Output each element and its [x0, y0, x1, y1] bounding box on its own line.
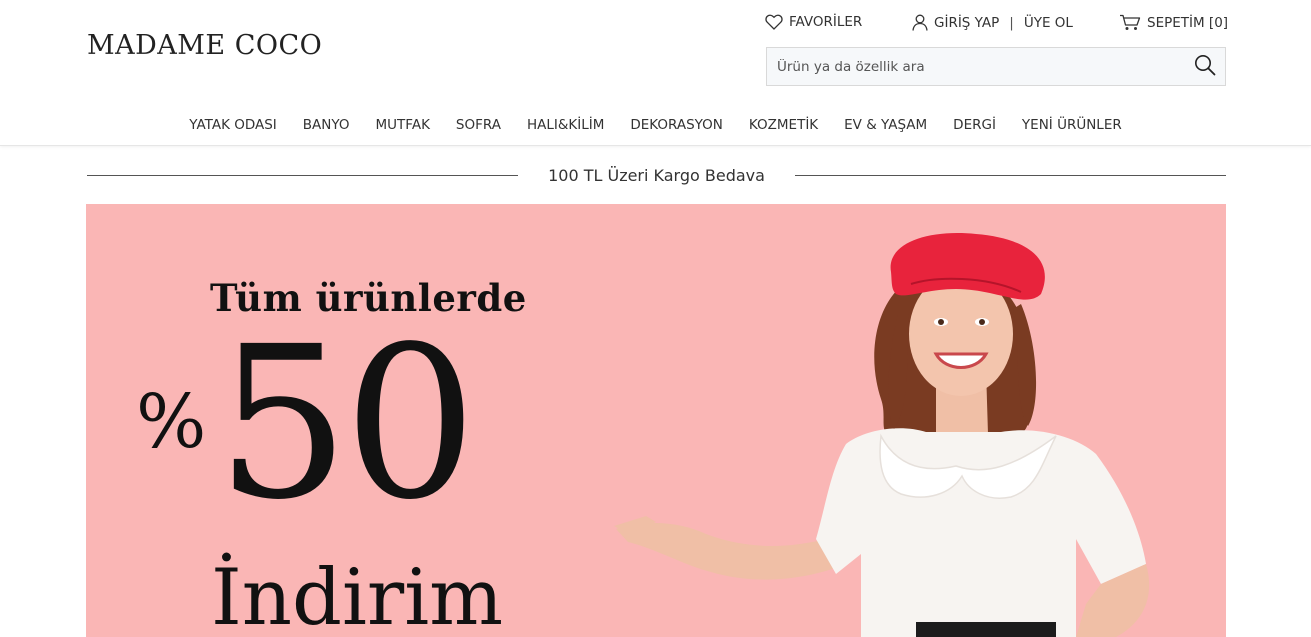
favorites-label: FAVORİLER	[789, 14, 863, 30]
search-icon	[1194, 54, 1216, 80]
site-logo[interactable]: MADAME COCO	[87, 30, 322, 61]
shipping-text: 100 TL Üzeri Kargo Bedava	[548, 165, 765, 185]
hero-model-image	[614, 233, 1150, 637]
account-links: GİRİŞ YAP | ÜYE OL	[912, 14, 1073, 31]
heart-icon	[765, 14, 783, 30]
nav-item-dergi[interactable]: DERGİ	[940, 117, 1009, 133]
nav-item-mutfak[interactable]: MUTFAK	[363, 117, 443, 133]
top-links: FAVORİLER GİRİŞ YAP | ÜYE OL SEPETİM [0]	[0, 14, 1311, 34]
favorites-link[interactable]: FAVORİLER	[765, 14, 862, 30]
hero-discount-word: İndirim	[211, 553, 504, 637]
main-nav: YATAK ODASI BANYO MUTFAK SOFRA HALI&KİLİ…	[0, 117, 1311, 133]
shipping-banner: 100 TL Üzeri Kargo Bedava	[87, 162, 1227, 188]
cart-label: SEPETİM [0]	[1147, 14, 1229, 31]
divider-right	[794, 174, 1227, 176]
nav-item-hali-kilim[interactable]: HALI&KİLİM	[514, 117, 617, 133]
nav-item-dekorasyon[interactable]: DEKORASYON	[617, 117, 736, 133]
nav-item-kozmetik[interactable]: KOZMETİK	[736, 117, 831, 133]
search-bar	[766, 47, 1226, 86]
cart-icon	[1119, 14, 1141, 31]
hero-discount-number: 50	[216, 301, 477, 546]
link-separator: |	[1009, 14, 1014, 31]
divider-left	[87, 174, 519, 176]
login-link[interactable]: GİRİŞ YAP	[934, 15, 999, 31]
search-input[interactable]	[767, 48, 1185, 85]
nav-item-yatak-odasi[interactable]: YATAK ODASI	[176, 117, 290, 133]
hero-percent-sign: %	[136, 379, 207, 465]
nav-item-yeni-urunler[interactable]: YENİ ÜRÜNLER	[1009, 117, 1135, 133]
nav-item-sofra[interactable]: SOFRA	[443, 117, 514, 133]
nav-item-ev-yasam[interactable]: EV & YAŞAM	[831, 117, 940, 133]
hero-banner[interactable]: Tüm ürünlerde % 50 İndirim	[86, 204, 1226, 637]
cart-link[interactable]: SEPETİM [0]	[1119, 14, 1228, 31]
register-link[interactable]: ÜYE OL	[1024, 15, 1073, 31]
search-button[interactable]	[1185, 48, 1225, 85]
user-icon	[912, 14, 928, 31]
nav-item-banyo[interactable]: BANYO	[290, 117, 363, 133]
site-header: MADAME COCO FAVORİLER GİRİŞ YAP | ÜYE OL…	[0, 0, 1311, 146]
